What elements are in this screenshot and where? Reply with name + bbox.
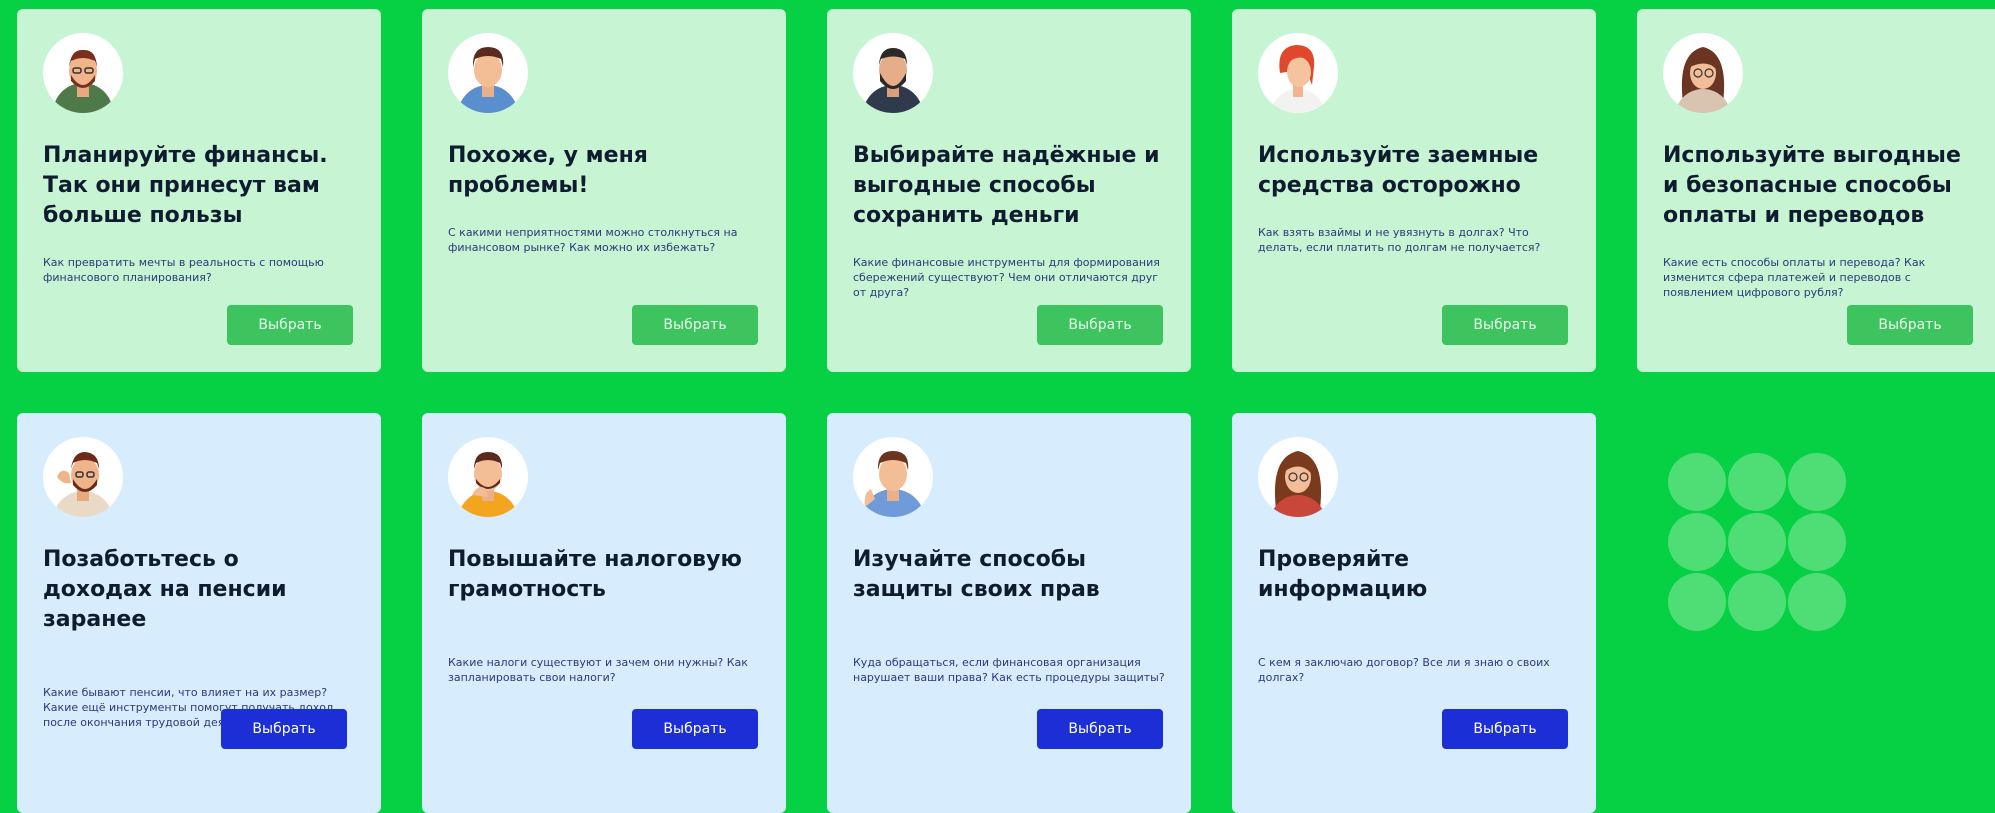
card-description: Куда обращаться, если финансовая организ… [853,656,1165,684]
avatar-man-pointing-icon [853,437,933,517]
card-description: Какие есть способы оплаты и перевода? Ка… [1663,256,1926,299]
decorative-dot [1728,453,1786,511]
choose-button[interactable]: Выбрать [632,709,758,749]
card-verify-info: Проверяйте информацию С кем я заключаю д… [1232,413,1596,813]
decorative-dot [1788,453,1846,511]
card-pension: Позаботьтесь о доходах на пенсии заранее… [17,413,381,813]
avatar-woman-red-hair-icon [1258,33,1338,113]
decorative-dot [1728,573,1786,631]
card-title: Используйте заемные средства осторожно [1258,143,1539,198]
card-title: Изучайте способы защиты своих прав [853,547,1100,602]
choose-button[interactable]: Выбрать [1037,305,1163,345]
card-description: Как превратить мечты в реальность с помо… [43,256,324,284]
card-problems: Похоже, у меня проблемы! С какими неприя… [422,9,786,372]
avatar-man-beard-jacket-icon [853,33,933,113]
avatar-man-thinking-icon [448,437,528,517]
avatar-woman-brown-hair-icon [1258,437,1338,517]
decorative-dot [1728,513,1786,571]
choose-button[interactable]: Выбрать [221,709,347,749]
card-payments: Используйте выгодные и безопасные способ… [1637,9,1995,372]
card-description: Как взять взаймы и не увязнуть в долгах?… [1258,226,1541,254]
decorative-dot [1788,573,1846,631]
decorative-dot [1668,453,1726,511]
card-rights: Изучайте способы защиты своих прав Куда … [827,413,1191,813]
avatar-man-beard-hand-icon [43,437,123,517]
card-description: С кем я заключаю договор? Все ли я знаю … [1258,656,1550,684]
card-description: Какие финансовые инструменты для формиро… [853,256,1160,299]
decorative-dot [1788,513,1846,571]
choose-button[interactable]: Выбрать [1037,709,1163,749]
choose-button[interactable]: Выбрать [632,305,758,345]
choose-button[interactable]: Выбрать [1442,709,1568,749]
card-title: Выбирайте надёжные и выгодные способы со… [853,143,1160,228]
choose-button[interactable]: Выбрать [1847,305,1973,345]
card-taxes: Повышайте налоговую грамотность Какие на… [422,413,786,813]
card-description: С какими неприятностями можно столкнутьс… [448,226,738,254]
card-financial-planning: Планируйте финансы. Так они принесут вам… [17,9,381,372]
decorative-dot [1668,573,1726,631]
avatar-woman-long-hair-icon [1663,33,1743,113]
card-borrowed-funds: Используйте заемные средства осторожно К… [1232,9,1596,372]
card-title: Проверяйте информацию [1258,547,1428,602]
choose-button[interactable]: Выбрать [227,305,353,345]
card-title: Повышайте налоговую грамотность [448,547,742,602]
avatar-man-beard-glasses-icon [43,33,123,113]
decorative-dot [1668,513,1726,571]
card-title: Планируйте финансы. Так они принесут вам… [43,143,328,228]
card-description: Какие налоги существуют и зачем они нужн… [448,656,748,684]
card-title: Похоже, у меня проблемы! [448,143,648,198]
avatar-man-short-hair-icon [448,33,528,113]
decorative-dot-grid [1668,453,1848,633]
choose-button[interactable]: Выбрать [1442,305,1568,345]
card-title: Позаботьтесь о доходах на пенсии заранее [43,547,287,632]
card-title: Используйте выгодные и безопасные способ… [1663,143,1961,228]
card-savings: Выбирайте надёжные и выгодные способы со… [827,9,1191,372]
